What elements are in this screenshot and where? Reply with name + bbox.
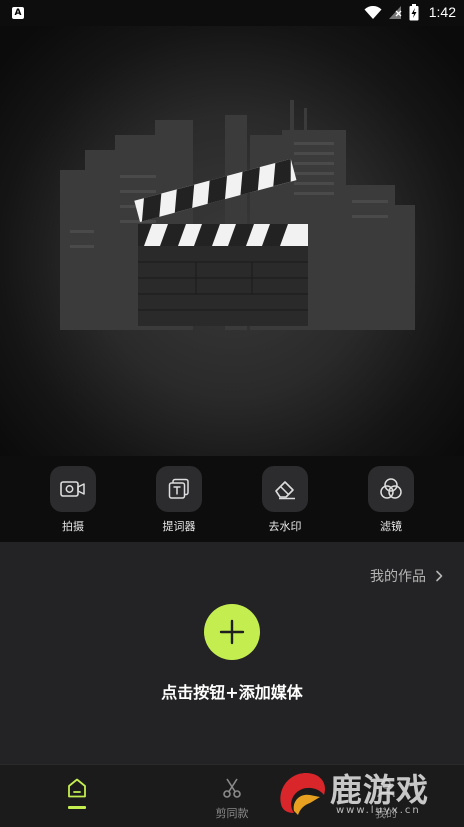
tool-teleprompter[interactable]: 提词器	[155, 466, 203, 536]
remove-watermark-button[interactable]	[262, 466, 308, 512]
tool-label: 去水印	[268, 520, 302, 533]
filter-button[interactable]	[368, 466, 414, 512]
site-watermark: 鹿游戏 www.luyx.cn	[274, 765, 458, 823]
my-works-link[interactable]: 我的作品	[370, 566, 446, 586]
eraser-icon	[275, 481, 295, 500]
my-works-label: 我的作品	[370, 569, 426, 585]
tool-label: 提词器	[162, 520, 196, 533]
hero-illustration	[0, 26, 464, 456]
tool-remove-watermark[interactable]: 去水印	[261, 466, 309, 536]
wifi-icon	[364, 6, 382, 19]
tool-label: 拍摄	[62, 520, 84, 533]
app-notification-icon: A	[12, 7, 24, 19]
signal-icon	[389, 6, 402, 19]
status-bar: A 1:42	[0, 0, 464, 26]
bottom-nav: 剪同款 我的 鹿游戏 www.luyx.cn	[0, 764, 464, 827]
add-media-label: 点击按钮+添加媒体	[161, 683, 303, 702]
teleprompter-button[interactable]	[156, 466, 202, 512]
teleprompter-icon	[168, 478, 189, 499]
nav-active-indicator	[68, 806, 86, 809]
home-icon	[68, 778, 86, 798]
clock: 1:42	[428, 4, 456, 20]
scissors-icon	[223, 778, 241, 798]
nav-label: 剪同款	[215, 807, 249, 820]
tool-shortcuts: 拍摄 提词器 去水印 滤镜	[0, 458, 464, 542]
tool-label: 滤镜	[380, 520, 402, 533]
media-panel: 我的作品 点击按钮+添加媒体	[0, 542, 464, 764]
chevron-right-icon	[436, 570, 443, 582]
watermark-logo-icon	[280, 773, 326, 815]
tool-shoot[interactable]: 拍摄	[49, 466, 97, 536]
filter-icon	[380, 478, 402, 499]
nav-templates[interactable]: 剪同款	[192, 777, 272, 821]
video-camera-icon	[60, 481, 85, 497]
add-media-button[interactable]	[204, 604, 260, 660]
battery-icon	[409, 4, 419, 21]
nav-home[interactable]	[37, 777, 117, 809]
tool-filter[interactable]: 滤镜	[367, 466, 415, 536]
clapperboard-city-illustration	[60, 100, 415, 330]
shoot-button[interactable]	[50, 466, 96, 512]
watermark-url: www.luyx.cn	[336, 805, 421, 816]
plus-icon	[219, 619, 245, 645]
